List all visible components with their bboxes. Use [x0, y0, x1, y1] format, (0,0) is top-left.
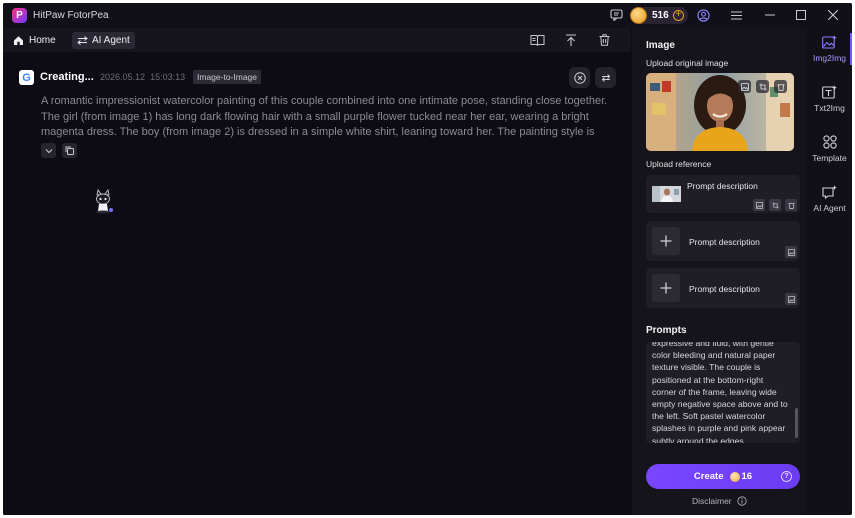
- tool-rail: Img2Img Txt2Img Template AI Agent: [807, 28, 852, 515]
- active-indicator: [850, 33, 852, 65]
- delete-reference-icon[interactable]: [785, 199, 797, 211]
- prompts-scrollbar[interactable]: [795, 408, 798, 438]
- disclaimer-label: Disclaimer: [691, 496, 732, 506]
- app-window: P HitPaw FotorPea 516 + Home AI Agent G …: [3, 3, 852, 515]
- replace-reference-icon[interactable]: [753, 199, 765, 211]
- chat-area: G Creating... 2026.05.12 15:03:13 Image-…: [3, 52, 631, 515]
- ai-agent-icon: [822, 184, 837, 200]
- menu-icon[interactable]: [728, 7, 744, 23]
- reference-upload-slot[interactable]: Prompt description: [646, 268, 800, 308]
- expand-button[interactable]: [41, 143, 56, 158]
- reference-prompt-label: Prompt description: [689, 284, 760, 294]
- loading-mascot-icon: [96, 189, 113, 214]
- trash-icon[interactable]: [596, 32, 612, 48]
- message-time: 15:03:13: [150, 72, 186, 82]
- crop-reference-icon[interactable]: [769, 199, 781, 211]
- minimize-icon[interactable]: [762, 7, 778, 23]
- rail-label-txt2img: Txt2Img: [814, 103, 845, 113]
- home-button[interactable]: Home: [13, 32, 56, 49]
- rail-item-ai-agent[interactable]: AI Agent: [807, 178, 852, 220]
- close-icon[interactable]: [825, 7, 841, 23]
- reference-prompt-label: Prompt description: [689, 237, 760, 247]
- portrait-photo: [646, 73, 794, 151]
- ai-agent-tab[interactable]: AI Agent: [72, 32, 135, 49]
- add-reference-icon[interactable]: [652, 274, 680, 302]
- image-heading: Image: [646, 40, 675, 51]
- app-logo-icon: P: [12, 8, 27, 23]
- template-icon: [822, 134, 837, 150]
- image-prompt-icon[interactable]: [785, 246, 797, 258]
- regenerate-icon: [601, 73, 610, 82]
- disclaimer-link[interactable]: Disclaimer: [632, 496, 807, 506]
- account-icon[interactable]: [695, 7, 711, 23]
- message-date: 2026.05.12: [100, 72, 146, 82]
- swap-icon: [77, 36, 88, 45]
- title-bar: P HitPaw FotorPea 516 +: [3, 3, 852, 28]
- home-icon: [14, 36, 23, 45]
- add-reference-icon[interactable]: [652, 227, 680, 255]
- coin-count: 516: [652, 10, 669, 21]
- rail-label-img2img: Img2Img: [812, 53, 847, 63]
- generation-status: Creating...: [40, 71, 94, 83]
- coin-balance[interactable]: 516 +: [630, 7, 688, 24]
- crop-icon[interactable]: [756, 80, 769, 93]
- rail-item-template[interactable]: Template: [807, 128, 852, 170]
- reference-card[interactable]: Prompt description: [646, 175, 800, 213]
- upload-original-label: Upload original image: [646, 58, 729, 68]
- prompts-heading: Prompts: [646, 325, 687, 336]
- mode-tag: Image-to-Image: [193, 70, 261, 84]
- image-prompt-icon[interactable]: [785, 293, 797, 305]
- add-coins-icon[interactable]: +: [673, 10, 684, 21]
- book-icon[interactable]: [529, 32, 545, 48]
- copy-icon: [65, 146, 74, 155]
- cancel-icon: [573, 71, 586, 84]
- maximize-icon[interactable]: [793, 7, 809, 23]
- coin-icon: [729, 471, 740, 482]
- app-title: HitPaw FotorPea: [33, 10, 109, 21]
- message-timestamp: 2026.05.12 15:03:13: [100, 72, 185, 82]
- create-button[interactable]: Create 16 ?: [646, 464, 800, 489]
- txt2img-icon: [822, 84, 837, 100]
- rail-item-img2img[interactable]: Img2Img: [807, 28, 852, 70]
- upload-reference-label: Upload reference: [646, 159, 712, 169]
- rail-label-template: Template: [812, 153, 847, 163]
- reference-prompt-label: Prompt description: [687, 181, 758, 191]
- regenerate-button[interactable]: [595, 67, 616, 88]
- prompt-text: A romantic impressionist watercolor pain…: [41, 95, 608, 138]
- prompts-textarea[interactable]: expressive and fluid, with gentle color …: [646, 342, 800, 443]
- nav-bar: Home AI Agent: [3, 28, 631, 52]
- info-icon: [737, 496, 747, 506]
- help-icon[interactable]: ?: [781, 471, 792, 482]
- delete-image-icon[interactable]: [774, 80, 787, 93]
- img2img-icon: [822, 34, 837, 50]
- rail-label-ai-agent: AI Agent: [813, 203, 846, 213]
- original-image-thumbnail[interactable]: [646, 73, 794, 151]
- create-cost: 16: [741, 471, 753, 482]
- settings-panel: Image Upload original image Upload refer…: [632, 28, 811, 515]
- replace-image-icon[interactable]: [738, 80, 751, 93]
- feedback-icon[interactable]: [608, 7, 624, 23]
- prompts-text: expressive and fluid, with gentle color …: [652, 342, 788, 443]
- home-label: Home: [29, 35, 56, 46]
- reference-thumbnail: [652, 186, 681, 202]
- copy-button[interactable]: [62, 143, 77, 158]
- cancel-button[interactable]: [569, 67, 590, 88]
- google-logo-icon: G: [19, 70, 34, 85]
- rail-item-txt2img[interactable]: Txt2Img: [807, 78, 852, 120]
- coin-icon: [630, 7, 647, 24]
- upload-icon[interactable]: [563, 32, 579, 48]
- ai-agent-tab-label: AI Agent: [92, 35, 130, 46]
- create-label: Create: [693, 471, 724, 482]
- reference-upload-slot[interactable]: Prompt description: [646, 221, 800, 261]
- chevron-down-icon: [45, 148, 52, 153]
